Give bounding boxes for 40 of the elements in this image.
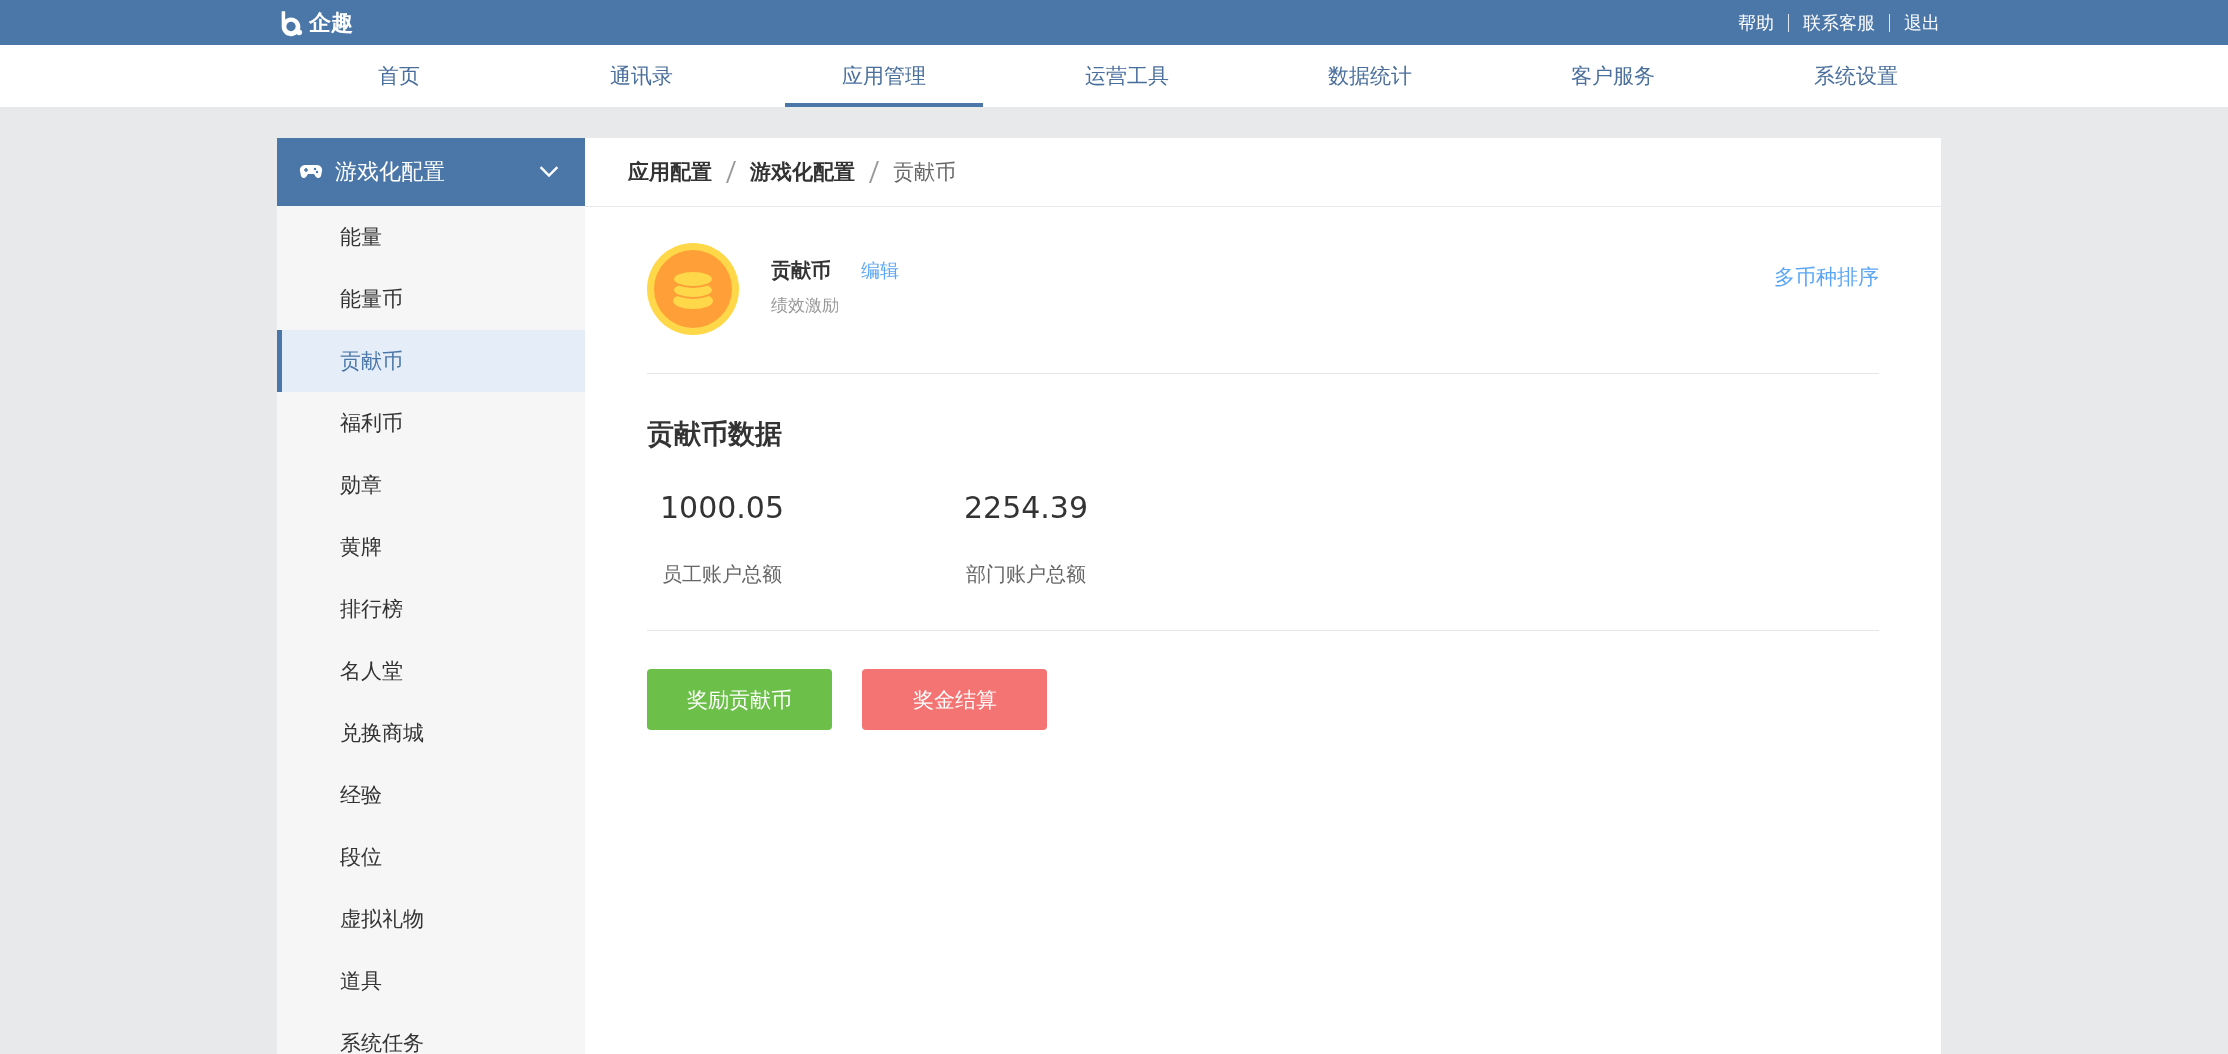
breadcrumb-item[interactable]: 游戏化配置 (750, 158, 855, 186)
coin-stack-icon (647, 243, 739, 335)
sidebar-item[interactable]: 兑换商城 (277, 702, 585, 764)
header-link[interactable]: 联系客服 (1803, 10, 1875, 35)
stat-label: 部门账户总额 (965, 561, 1087, 588)
nav-tab[interactable]: 通讯录 (520, 45, 763, 107)
section-title: 贡献币数据 (647, 417, 783, 451)
nav-tab[interactable]: 数据统计 (1248, 45, 1491, 107)
sidebar-item[interactable]: 勋章 (277, 454, 585, 516)
sidebar-item[interactable]: 排行榜 (277, 578, 585, 640)
action-button[interactable]: 奖金结算 (862, 669, 1047, 730)
sidebar-item[interactable]: 能量币 (277, 268, 585, 330)
sidebar-item[interactable]: 段位 (277, 826, 585, 888)
header-link[interactable]: 帮助 (1738, 10, 1774, 35)
sidebar-item[interactable]: 贡献币 (277, 330, 585, 392)
stat-value: 2254.39 (962, 490, 1090, 525)
coin-subtitle: 绩效激励 (771, 294, 840, 317)
sidebar-item[interactable]: 名人堂 (277, 640, 585, 702)
sidebar-item[interactable]: 系统任务 (277, 1012, 585, 1054)
nav-tab[interactable]: 首页 (277, 45, 520, 107)
nav-tab[interactable]: 系统设置 (1734, 45, 1977, 107)
sidebar-item[interactable]: 福利币 (277, 392, 585, 454)
coin-name: 贡献币 (771, 257, 831, 284)
logo-text: 企趣 (309, 8, 353, 37)
sidebar-item[interactable]: 道具 (277, 950, 585, 1012)
nav-tab[interactable]: 客户服务 (1491, 45, 1734, 107)
header-link[interactable]: 退出 (1904, 10, 1940, 35)
stat-label: 员工账户总额 (661, 561, 783, 588)
sidebar-item[interactable]: 虚拟礼物 (277, 888, 585, 950)
gamepad-icon (299, 164, 323, 180)
chevron-icon (539, 166, 559, 178)
sidebar-item[interactable]: 能量 (277, 206, 585, 268)
sidebar-item[interactable]: 经验 (277, 764, 585, 826)
breadcrumb-item: 贡献币 (893, 159, 956, 186)
breadcrumb-item[interactable]: 应用配置 (628, 158, 712, 186)
nav-tab[interactable]: 运营工具 (1005, 45, 1248, 107)
sidebar-group-header[interactable]: 游戏化配置 (277, 138, 585, 206)
nav-tab[interactable]: 应用管理 (785, 45, 983, 107)
stat-value: 1000.05 (658, 490, 786, 525)
sidebar-item[interactable]: 黄牌 (277, 516, 585, 578)
